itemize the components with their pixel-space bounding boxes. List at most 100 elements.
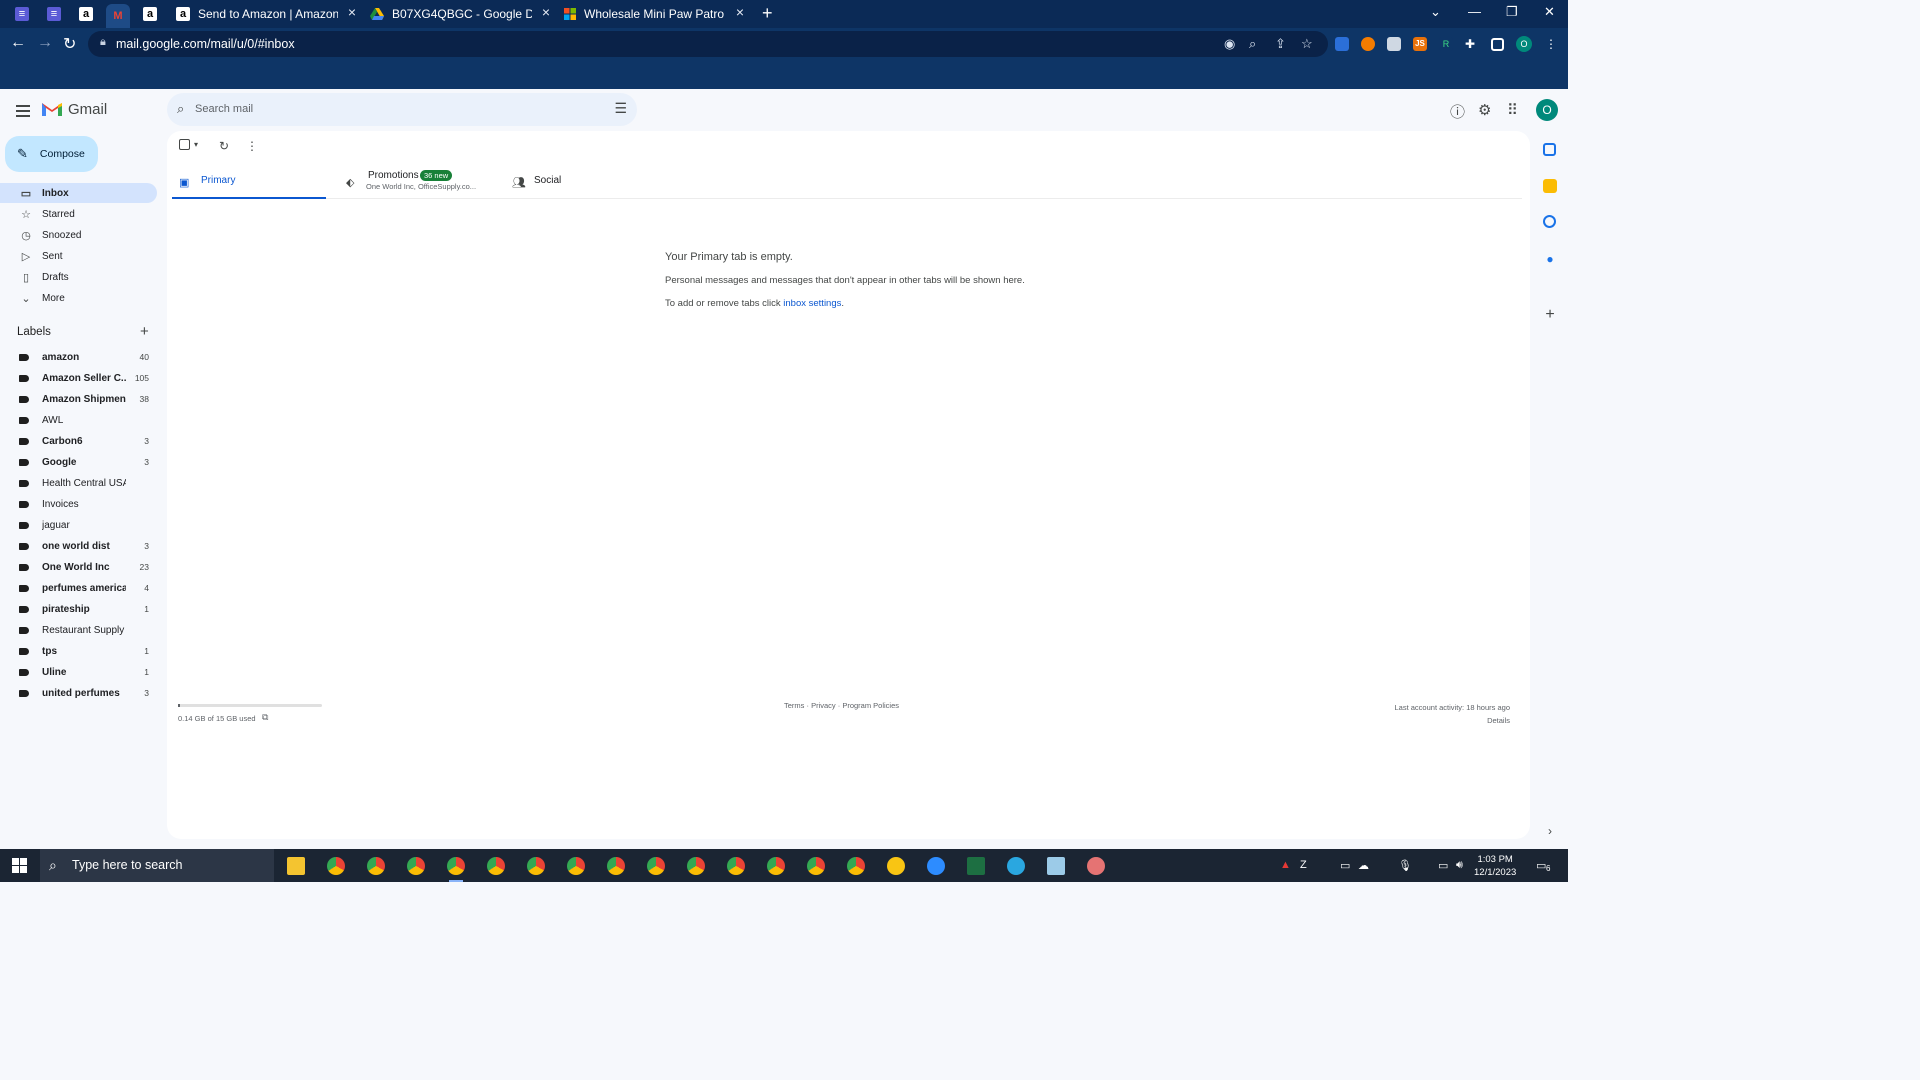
chrome-icon[interactable] (367, 857, 385, 875)
reload-button[interactable]: ↻ (63, 34, 76, 54)
label-item[interactable]: AWL (0, 411, 157, 431)
show-side-panel-icon[interactable]: › (1543, 824, 1557, 838)
app-icon[interactable] (1087, 857, 1105, 875)
nav-inbox[interactable]: ▭ Inbox (0, 183, 157, 203)
app-icon[interactable] (887, 857, 905, 875)
extension-icon[interactable] (1335, 37, 1349, 51)
js-extension-icon[interactable]: JS (1413, 37, 1427, 51)
chrome-icon[interactable] (767, 857, 785, 875)
pinned-tab-gmail[interactable]: M (106, 4, 130, 28)
r-extension-icon[interactable]: R (1439, 37, 1453, 51)
google-apps-icon[interactable]: ⠿ (1507, 101, 1518, 119)
label-item[interactable]: Uline 1 (0, 663, 157, 683)
url-text[interactable]: mail.google.com/mail/u/0/#inbox (116, 37, 295, 51)
chrome-icon[interactable] (567, 857, 585, 875)
select-dropdown-icon[interactable]: ▾ (194, 140, 198, 149)
search-icon[interactable]: ⌕ (177, 101, 184, 117)
label-item[interactable]: jaguar (0, 516, 157, 536)
taskbar-search-input[interactable]: Type here to search (72, 858, 182, 872)
volume-icon[interactable]: 🔊︎ (1456, 859, 1463, 872)
nav-starred[interactable]: ☆ Starred (0, 204, 157, 224)
restore-button[interactable]: ❐ (1506, 4, 1518, 20)
external-link-icon[interactable]: ⧉ (262, 712, 268, 723)
chrome-icon[interactable] (327, 857, 345, 875)
tray-cloud-icon[interactable]: ☁ (1358, 859, 1369, 872)
create-label-icon[interactable]: + (140, 323, 149, 340)
search-input[interactable]: Search mail (195, 103, 253, 115)
file-explorer-icon[interactable] (287, 857, 305, 875)
nav-snoozed[interactable]: ◷ Snoozed (0, 225, 157, 245)
chrome-icon[interactable] (807, 857, 825, 875)
tasks-icon[interactable] (1543, 215, 1556, 228)
details-link[interactable]: Details (1395, 714, 1510, 727)
label-item[interactable]: tps 1 (0, 642, 157, 662)
new-tab-button[interactable]: + (762, 3, 773, 24)
search-options-icon[interactable]: ☰ (614, 100, 627, 117)
share-icon[interactable]: ⇪ (1275, 36, 1286, 52)
forward-button[interactable]: → (37, 34, 53, 52)
calendar-icon[interactable] (1543, 143, 1556, 156)
notepad-icon[interactable] (1047, 857, 1065, 875)
windows-start-icon[interactable] (12, 858, 27, 873)
network-icon[interactable]: ▭ (1438, 859, 1448, 872)
notifications-icon[interactable]: ▭ (1536, 859, 1546, 872)
nav-sent[interactable]: ▷ Sent (0, 246, 157, 266)
address-bar[interactable]: 🔒︎ mail.google.com/mail/u/0/#inbox ◉ ⌕ ⇪… (88, 31, 1328, 57)
label-item[interactable]: Carbon6 3 (0, 432, 157, 452)
tab-google-drive[interactable]: B07XG4QBGC - Google Drive × (364, 4, 554, 24)
search-bar[interactable]: ⌕ Search mail ☰ (167, 93, 637, 126)
pinned-tab-amazon-2[interactable]: a (138, 4, 162, 24)
tab-search-icon[interactable]: ⌄ (1430, 4, 1441, 20)
account-avatar[interactable]: O (1536, 99, 1558, 121)
chrome-icon[interactable] (527, 857, 545, 875)
main-menu-icon[interactable] (16, 102, 30, 120)
browser-menu-icon[interactable]: ⋮ (1545, 37, 1559, 51)
help-icon[interactable]: ⓘ (1450, 101, 1465, 122)
settings-gear-icon[interactable]: ⚙ (1478, 101, 1491, 119)
zoom-app-icon[interactable] (927, 857, 945, 875)
label-item[interactable]: one world dist 3 (0, 537, 157, 557)
eye-icon[interactable]: ◉ (1224, 36, 1235, 52)
close-window-button[interactable]: ✕ (1544, 4, 1555, 20)
chrome-icon[interactable] (607, 857, 625, 875)
close-tab-icon[interactable]: × (736, 4, 744, 20)
refresh-icon[interactable]: ↻ (219, 139, 229, 153)
bookmark-star-icon[interactable]: ☆ (1301, 36, 1313, 52)
inbox-settings-link[interactable]: inbox settings (783, 298, 841, 309)
chrome-icon[interactable] (647, 857, 665, 875)
excel-icon[interactable] (967, 857, 985, 875)
label-item[interactable]: amazon 40 (0, 348, 157, 368)
label-item[interactable]: Google 3 (0, 453, 157, 473)
tray-drive-icon[interactable]: ▭ (1340, 859, 1350, 872)
chrome-icon[interactable] (687, 857, 705, 875)
keep-icon[interactable] (1543, 179, 1557, 193)
tab-wholesale[interactable]: Wholesale Mini Paw Patrol Guitar × (558, 4, 748, 24)
system-clock[interactable]: 1:03 PM 12/1/2023 (1474, 853, 1516, 879)
tab-social[interactable]: 👥︎ Social (505, 168, 659, 198)
pinned-tab-amazon[interactable]: a (74, 4, 98, 24)
contacts-icon[interactable]: ● (1543, 252, 1557, 266)
label-item[interactable]: Amazon Seller C... 105 (0, 369, 157, 389)
nav-more[interactable]: ⌄ More (0, 288, 157, 308)
label-item[interactable]: Invoices (0, 495, 157, 515)
chrome-icon[interactable] (727, 857, 745, 875)
chrome-icon[interactable] (847, 857, 865, 875)
microphone-icon[interactable]: 🎙︎ (1398, 859, 1412, 872)
extensions-puzzle-icon[interactable]: ✚ (1465, 37, 1479, 51)
extension-icon[interactable] (1361, 37, 1375, 51)
chrome-icon[interactable] (487, 857, 505, 875)
side-panel-icon[interactable] (1491, 38, 1504, 51)
close-tab-icon[interactable]: × (348, 4, 356, 20)
label-item[interactable]: perfumes america 4 (0, 579, 157, 599)
minimize-button[interactable]: — (1468, 4, 1481, 19)
label-item[interactable]: united perfumes 3 (0, 684, 157, 704)
tab-primary[interactable]: ▣ Primary (172, 168, 326, 199)
taskbar-search[interactable]: ⌕ Type here to search (40, 849, 274, 882)
more-options-icon[interactable]: ⋮ (246, 139, 258, 153)
tray-zoom-icon[interactable]: Z (1300, 859, 1307, 871)
back-button[interactable]: ← (10, 34, 26, 52)
get-addons-icon[interactable]: + (1543, 307, 1557, 323)
compose-button[interactable]: ✎ Compose (5, 136, 98, 172)
chrome-icon[interactable] (447, 857, 465, 882)
label-item[interactable]: pirateship 1 (0, 600, 157, 620)
